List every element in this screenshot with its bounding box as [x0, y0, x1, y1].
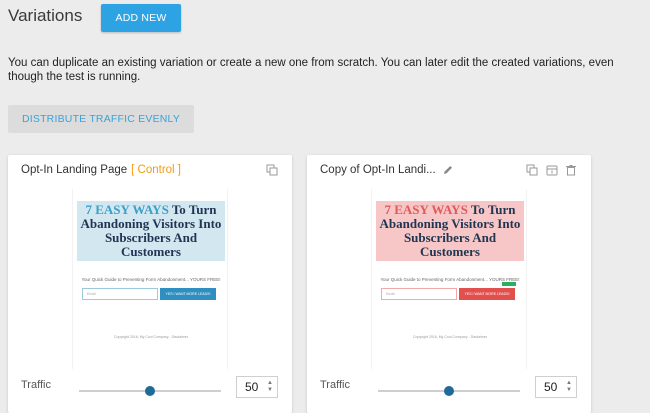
landing-page-preview[interactable]: 7 EASY WAYS To Turn Abandoning Visitors … [371, 189, 527, 369]
traffic-label: Traffic [21, 379, 51, 391]
preview-footer: Copyright 2016, My Cool Company - Discla… [413, 335, 487, 339]
edit-icon[interactable] [442, 164, 454, 176]
traffic-number-input[interactable]: 50 ▲ ▼ [236, 376, 278, 398]
variation-name: Opt-In Landing Page [21, 164, 128, 176]
preview-cta-button: YES I WANT MORE LEADS! [160, 288, 216, 300]
variation-title: Opt-In Landing Page[ Control ] [21, 164, 181, 176]
add-new-button[interactable]: ADD NEW [101, 4, 181, 32]
intro-text: You can duplicate an existing variation … [8, 57, 614, 83]
traffic-number-input[interactable]: 50 ▲ ▼ [535, 376, 577, 398]
landing-page-preview[interactable]: 7 EASY WAYS To Turn Abandoning Visitors … [72, 189, 228, 369]
preview-email-input: Email [82, 288, 158, 300]
preview-email-input: Email [381, 288, 457, 300]
preview-cta-button: YES I WANT MORE LEADS! [459, 288, 515, 300]
variation-card-control: Opt-In Landing Page[ Control ] 7 EASY WA… [8, 155, 292, 413]
control-tag: [ Control ] [131, 164, 181, 176]
traffic-value: 50 [544, 380, 558, 394]
preview-headline: 7 EASY WAYS To Turn Abandoning Visitors … [376, 201, 524, 261]
duplicate-icon[interactable] [526, 164, 538, 176]
traffic-slider-thumb[interactable] [444, 386, 454, 396]
trash-icon[interactable] [565, 164, 577, 176]
preview-subtitle: Your Quick Guide to Preventing Form Aban… [81, 277, 221, 282]
preview-badge [502, 282, 516, 286]
variation-title: Copy of Opt-In Landi... [320, 164, 436, 176]
spinner-arrows-icon[interactable]: ▲ ▼ [565, 380, 573, 394]
traffic-slider-thumb[interactable] [145, 386, 155, 396]
variation-name: Copy of Opt-In Landi... [320, 164, 436, 176]
preview-headline-accent: 7 EASY WAYS [85, 202, 169, 217]
page-title: Variations [8, 6, 83, 25]
preview-footer: Copyright 2016, My Cool Company - Discla… [114, 335, 188, 339]
archive-icon[interactable] [546, 164, 558, 176]
preview-headline: 7 EASY WAYS To Turn Abandoning Visitors … [77, 201, 225, 261]
traffic-value: 50 [245, 380, 259, 394]
traffic-label: Traffic [320, 379, 350, 391]
duplicate-icon[interactable] [266, 164, 278, 176]
preview-headline-accent: 7 EASY WAYS [384, 202, 468, 217]
distribute-traffic-button[interactable]: DISTRIBUTE TRAFFIC EVENLY [8, 105, 194, 133]
spinner-arrows-icon[interactable]: ▲ ▼ [266, 380, 274, 394]
variation-card-copy: Copy of Opt-In Landi... 7 EASY WAYS To T… [307, 155, 591, 413]
